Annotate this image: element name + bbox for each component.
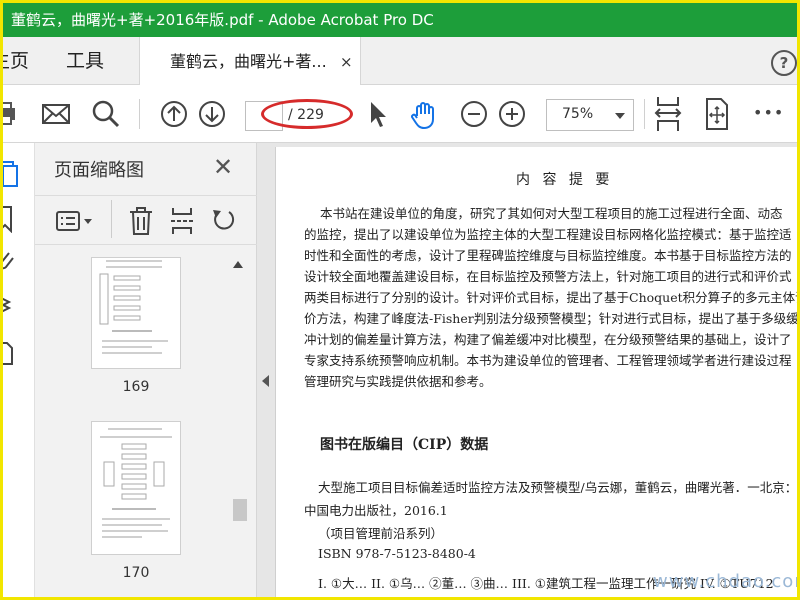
watermark-text: www.chdao.com bbox=[653, 571, 797, 592]
next-page-icon[interactable] bbox=[197, 99, 227, 129]
zoom-select[interactable]: 75% bbox=[546, 99, 634, 131]
chevron-down-icon bbox=[615, 113, 625, 119]
title-bar: 董鹤云，曲曙光+著+2016年版.pdf - Adobe Acrobat Pro… bbox=[3, 3, 797, 37]
red-annotation-ellipse bbox=[261, 99, 353, 129]
thumbnail-scrollbar[interactable] bbox=[231, 247, 247, 597]
text-line: 专家支持系统预警响应机制。本书为建设单位的管理者、工程管理领域学者进行建设过程 bbox=[304, 353, 792, 368]
fit-width-icon[interactable] bbox=[653, 95, 683, 131]
select-cursor-icon[interactable] bbox=[367, 99, 389, 129]
document-view[interactable]: 内 容 提 要 本书站在建设单位的角度，研究了其如何对大型工程项目的施工过程进行… bbox=[257, 143, 797, 597]
extract-pages-icon[interactable] bbox=[169, 206, 195, 240]
attachments-icon[interactable] bbox=[3, 247, 17, 279]
page-thumbnails-icon[interactable] bbox=[3, 159, 19, 191]
text-line: 价方法，构建了峰度法-Fisher判别法分级预警模型；针对进行式目标，提出了基于… bbox=[304, 311, 797, 326]
tab-bar: 主页 工具 董鹤云，曲曙光+著... × ? bbox=[3, 37, 797, 85]
help-button[interactable]: ? bbox=[771, 50, 797, 76]
text-line: 冲计划的偏差量计算方法，构建了偏差缓冲对比模型，在分级预警结果的基础上，设计了 bbox=[304, 332, 792, 347]
tab-home[interactable]: 主页 bbox=[3, 37, 29, 85]
page-heading: 内 容 提 要 bbox=[516, 172, 614, 188]
panel-title: 页面缩略图 bbox=[54, 160, 144, 181]
cip-title: 图书在版编目（CIP）数据 bbox=[320, 437, 489, 453]
left-rail bbox=[3, 143, 35, 597]
scroll-up-icon[interactable] bbox=[233, 261, 243, 268]
full-screen-icon[interactable] bbox=[703, 97, 731, 130]
text-line: 时性和全面性的考虑，设计了里程碑监控维度与目标监控维度。本书基于目标监控方法的 bbox=[304, 248, 792, 263]
text-line: 的监控，提出了以建设单位为监控主体的大型工程建设目标网格化监控模式：基于监控适 bbox=[304, 227, 792, 242]
more-tools-button[interactable]: ••• bbox=[753, 103, 784, 133]
scroll-thumb[interactable] bbox=[233, 499, 247, 521]
tab-document[interactable]: 董鹤云，曲曙光+著... × bbox=[139, 37, 361, 85]
search-icon[interactable] bbox=[91, 99, 121, 129]
cip-line: （项目管理前沿系列） bbox=[318, 526, 444, 541]
text-line: 本书站在建设单位的角度，研究了其如何对大型工程项目的施工过程进行全面、动态 bbox=[320, 206, 783, 221]
toolbar-separator bbox=[644, 99, 645, 129]
email-icon[interactable] bbox=[41, 99, 71, 129]
trash-icon[interactable] bbox=[128, 206, 154, 240]
thumbnail-list: 169 170 bbox=[35, 247, 257, 597]
options-menu-icon[interactable] bbox=[55, 209, 95, 237]
window-title: 董鹤云，曲曙光+著+2016年版.pdf - Adobe Acrobat Pro… bbox=[11, 11, 434, 29]
document-icon[interactable] bbox=[3, 339, 17, 371]
zoom-value: 75% bbox=[562, 106, 594, 122]
rotate-icon[interactable] bbox=[209, 206, 237, 240]
cip-line: 中国电力出版社，2016.1 bbox=[304, 503, 448, 518]
pdf-page: 内 容 提 要 本书站在建设单位的角度，研究了其如何对大型工程项目的施工过程进行… bbox=[275, 147, 797, 597]
toolbar-separator bbox=[139, 99, 140, 129]
close-panel-button[interactable]: ✕ bbox=[213, 153, 233, 181]
print-icon[interactable] bbox=[3, 99, 19, 129]
cip-line: ISBN 978-7-5123-8480-4 bbox=[318, 546, 476, 561]
tab-tools[interactable]: 工具 bbox=[66, 37, 104, 85]
panel-separator bbox=[111, 200, 112, 238]
hand-tool-icon[interactable] bbox=[409, 99, 441, 129]
toolbar: ••• bbox=[3, 85, 797, 143]
close-tab-button[interactable]: × bbox=[340, 53, 353, 71]
zoom-out-icon[interactable] bbox=[459, 99, 489, 129]
bookmarks-icon[interactable] bbox=[3, 205, 17, 237]
collapse-panel-icon[interactable] bbox=[262, 375, 269, 387]
text-line: 两类目标进行了分别的设计。针对评价式目标，提出了基于Choquet积分算子的多元… bbox=[304, 290, 797, 305]
page-thumbnails-panel: 页面缩略图 ✕ 169 170 bbox=[35, 143, 257, 597]
thumbnail-page-169[interactable] bbox=[91, 257, 181, 369]
tab-document-label: 董鹤云，曲曙光+著... bbox=[170, 52, 327, 71]
text-line: 设计较全面地覆盖建设目标，在目标监控及预警方法上，针对施工项目的进行式和评价式 bbox=[304, 269, 792, 284]
thumbnail-page-number: 169 bbox=[122, 379, 150, 395]
previous-page-icon[interactable] bbox=[159, 99, 189, 129]
layers-icon[interactable] bbox=[3, 291, 17, 323]
zoom-in-icon[interactable] bbox=[497, 99, 527, 129]
thumbnail-page-number: 170 bbox=[122, 565, 150, 581]
thumbnail-page-170[interactable] bbox=[91, 421, 181, 555]
text-line: 管理研究与实践提供依据和参考。 bbox=[304, 374, 492, 389]
cip-line: 大型施工项目目标偏差适时监控方法及预警模型/乌云娜，董鹤云，曲曙光著．一北京： bbox=[318, 480, 797, 495]
panel-toolbar bbox=[35, 195, 257, 245]
